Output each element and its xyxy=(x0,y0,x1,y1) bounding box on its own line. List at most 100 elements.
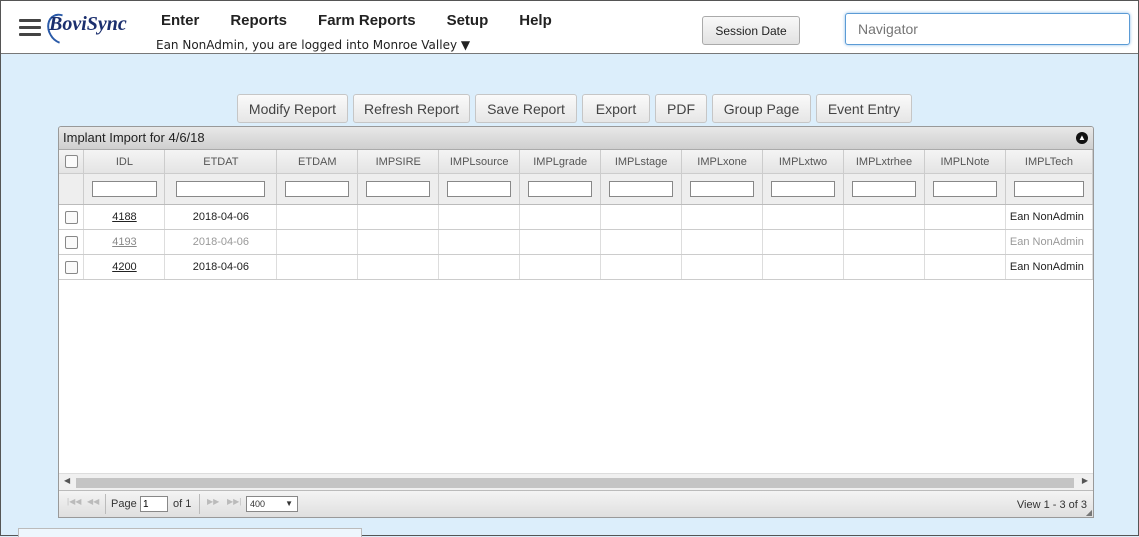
col-header-implxtrhee[interactable]: IMPLxtrhee xyxy=(843,150,925,174)
select-all-cell xyxy=(59,150,85,174)
pager-divider xyxy=(105,494,106,514)
empty-cell xyxy=(519,229,602,255)
filter-cell xyxy=(357,173,440,205)
scroll-left-icon[interactable]: ◀ xyxy=(64,476,70,485)
table-row[interactable]: 4188 2018-04-06 Ean NonAdmin xyxy=(59,204,1093,230)
filter-spacer xyxy=(59,173,85,205)
empty-cell xyxy=(357,254,440,280)
grid-pager: |◀◀ ◀◀ Page of 1 ▶▶ ▶▶| 400 ▼ View 1 - 3… xyxy=(59,490,1093,517)
row-select-cell xyxy=(59,204,85,230)
main-menu: Enter Reports Farm Reports Setup Help xyxy=(161,12,583,29)
first-page-icon[interactable]: |◀◀ xyxy=(67,497,81,506)
modify-report-button[interactable]: Modify Report xyxy=(237,94,348,123)
filter-implxtrhee-input[interactable] xyxy=(851,181,917,197)
menu-enter[interactable]: Enter xyxy=(161,12,199,29)
filter-cell xyxy=(1005,173,1093,205)
empty-cell xyxy=(762,229,844,255)
col-header-implxtwo[interactable]: IMPLxtwo xyxy=(762,150,844,174)
filter-implxone-input[interactable] xyxy=(689,181,755,197)
menu-farm-reports[interactable]: Farm Reports xyxy=(318,12,416,29)
table-row[interactable]: 4193 2018-04-06 Ean NonAdmin xyxy=(59,229,1093,255)
report-toolbar: Modify Report Refresh Report Save Report Ex… xyxy=(237,94,917,123)
refresh-report-button[interactable]: Refresh Report xyxy=(353,94,470,123)
horizontal-scrollbar[interactable]: ◀ ▶ xyxy=(59,473,1093,490)
filter-implstage-input[interactable] xyxy=(608,181,674,197)
group-page-button[interactable]: Group Page xyxy=(712,94,811,123)
empty-cell xyxy=(924,229,1006,255)
col-header-etdam[interactable]: ETDAM xyxy=(276,150,359,174)
impltech-cell: Ean NonAdmin xyxy=(1005,229,1093,255)
empty-cell xyxy=(762,254,844,280)
page-number-input[interactable] xyxy=(140,496,168,512)
filter-idl-input[interactable] xyxy=(92,181,157,197)
resize-grip-icon[interactable]: ◢ xyxy=(1086,508,1092,517)
prev-page-icon[interactable]: ◀◀ xyxy=(87,497,99,506)
impltech-cell: Ean NonAdmin xyxy=(1005,204,1093,230)
empty-cell xyxy=(357,204,440,230)
row-select-cell xyxy=(59,254,85,280)
col-header-implxone[interactable]: IMPLxone xyxy=(681,150,764,174)
empty-cell xyxy=(438,229,521,255)
filter-impltech-input[interactable] xyxy=(1014,181,1084,197)
next-page-icon[interactable]: ▶▶ xyxy=(207,497,219,506)
session-date-button[interactable]: Session Date xyxy=(702,16,800,45)
hamburger-menu-icon[interactable] xyxy=(19,19,41,37)
filter-etdat-input[interactable] xyxy=(176,181,266,197)
menu-reports[interactable]: Reports xyxy=(230,12,287,29)
navigator-input[interactable] xyxy=(845,13,1130,45)
scroll-right-icon[interactable]: ▶ xyxy=(1082,476,1088,485)
empty-cell xyxy=(276,204,359,230)
pager-divider xyxy=(199,494,200,514)
filter-implsource-input[interactable] xyxy=(447,181,512,197)
select-all-checkbox[interactable] xyxy=(64,155,78,168)
table-row[interactable]: 4200 2018-04-06 Ean NonAdmin xyxy=(59,254,1093,280)
filter-implxtwo-input[interactable] xyxy=(770,181,836,197)
filter-implgrade-input[interactable] xyxy=(527,181,593,197)
view-range-text: View 1 - 3 of 3 xyxy=(1016,499,1087,511)
idl-link[interactable]: 4193 xyxy=(112,236,136,248)
row-checkbox[interactable] xyxy=(64,235,78,249)
brand-logo[interactable]: BoviSync xyxy=(49,13,149,43)
filter-impsire-input[interactable] xyxy=(366,181,431,197)
filter-cell xyxy=(438,173,521,205)
collapse-icon[interactable]: ▲ xyxy=(1076,132,1088,144)
filter-cell xyxy=(762,173,844,205)
empty-cell xyxy=(519,254,602,280)
col-header-idl[interactable]: IDL xyxy=(83,150,166,174)
pdf-button[interactable]: PDF xyxy=(655,94,707,123)
idl-link[interactable]: 4200 xyxy=(112,261,136,273)
chevron-down-icon: ▼ xyxy=(285,499,293,508)
event-entry-button[interactable]: Event Entry xyxy=(816,94,912,123)
row-select-cell xyxy=(59,229,85,255)
filter-implnote-input[interactable] xyxy=(932,181,998,197)
col-header-implstage[interactable]: IMPLstage xyxy=(600,150,683,174)
grid-caption: Implant Import for 4/6/18 ▲ xyxy=(59,127,1093,150)
col-header-impsire[interactable]: IMPSIRE xyxy=(357,150,440,174)
export-button[interactable]: Export xyxy=(582,94,650,123)
col-header-etdat[interactable]: ETDAT xyxy=(164,150,278,174)
col-header-implsource[interactable]: IMPLsource xyxy=(438,150,521,174)
idl-link[interactable]: 4188 xyxy=(112,211,136,223)
col-header-impltech[interactable]: IMPLTech xyxy=(1005,150,1093,174)
page-count-label: of 1 xyxy=(173,498,192,510)
row-checkbox[interactable] xyxy=(64,260,78,274)
col-header-implgrade[interactable]: IMPLgrade xyxy=(519,150,602,174)
last-page-icon[interactable]: ▶▶| xyxy=(227,497,241,506)
row-checkbox[interactable] xyxy=(64,210,78,224)
empty-cell xyxy=(681,229,764,255)
menu-help[interactable]: Help xyxy=(519,12,552,29)
menu-setup[interactable]: Setup xyxy=(447,12,489,29)
empty-cell xyxy=(519,204,602,230)
rows-per-page-select[interactable]: 400 ▼ xyxy=(246,496,298,512)
empty-cell xyxy=(438,254,521,280)
empty-cell xyxy=(600,204,683,230)
empty-cell xyxy=(600,254,683,280)
login-status[interactable]: Ean NonAdmin, you are logged into Monroe… xyxy=(156,38,470,52)
idl-cell: 4188 xyxy=(83,204,166,230)
filter-etdam-input[interactable] xyxy=(285,181,350,197)
idl-cell: 4193 xyxy=(83,229,166,255)
scroll-thumb[interactable] xyxy=(76,478,1074,488)
col-header-implnote[interactable]: IMPLNote xyxy=(924,150,1006,174)
save-report-button[interactable]: Save Report xyxy=(475,94,577,123)
top-bar: BoviSync Enter Reports Farm Reports Setu… xyxy=(1,1,1138,54)
